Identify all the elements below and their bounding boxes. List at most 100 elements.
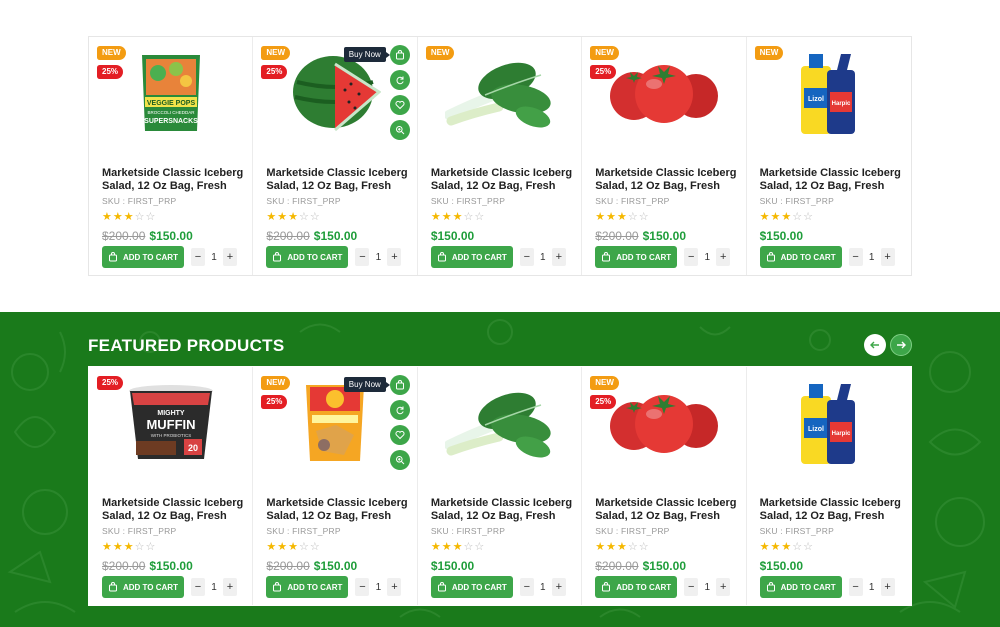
product-image[interactable]: Lizol Harpic — [747, 45, 911, 145]
increase-qty-button[interactable]: + — [387, 248, 402, 266]
increase-qty-button[interactable]: + — [387, 578, 402, 596]
product-card[interactable]: NEW 25% Buy Now Marketside Classic Iceberg… — [253, 367, 418, 605]
decrease-qty-button[interactable]: − — [684, 578, 699, 596]
cleaner-bottles-icon: Lizol Harpic — [797, 48, 861, 143]
product-card[interactable]: NEW 25% Marketside Classic Iceberg Salad,… — [582, 367, 747, 605]
cleaner-bottles-icon: Lizol Harpic — [797, 378, 861, 473]
quantity-value[interactable]: 1 — [869, 252, 875, 263]
product-page: NEW 25% VEGGIE POPS BROCCOLI CHEDDAR SUPERS… — [0, 0, 1000, 627]
product-sku: SKU : FIRST_PRP — [430, 526, 506, 536]
product-image[interactable]: MIGHTY MUFFIN WITH PROBIOTICS 20 — [89, 375, 252, 475]
quantity-stepper: −1 + — [519, 578, 566, 596]
refresh-icon — [396, 76, 404, 85]
add-to-cart-button[interactable]: ADD TO CART — [102, 246, 184, 268]
quantity-stepper: −1 + — [684, 248, 731, 266]
product-card[interactable]: Lizol Harpic Marketside Classic Iceberg S… — [747, 367, 911, 605]
quantity-value[interactable]: 1 — [211, 252, 217, 263]
product-sku: SKU : FIRST_PRP — [595, 526, 670, 536]
product-title[interactable]: Marketside Classic Iceberg Salad, 12 Oz … — [266, 497, 408, 523]
decrease-qty-button[interactable]: − — [519, 248, 534, 266]
carousel-next-button[interactable] — [890, 334, 912, 356]
quantity-stepper: −1 + — [191, 578, 237, 596]
product-title[interactable]: Marketside Classic Iceberg Salad, 12 Oz … — [266, 167, 408, 193]
add-to-cart-button[interactable]: ADD TO CART — [266, 576, 349, 598]
product-title[interactable]: Marketside Classic Iceberg Salad, 12 Oz … — [595, 497, 737, 523]
add-to-cart-button[interactable]: ADD TO CART — [266, 246, 349, 268]
increase-qty-button[interactable]: + — [880, 248, 895, 266]
increase-qty-button[interactable]: + — [223, 248, 237, 266]
add-to-cart-button[interactable]: ADD TO CART — [759, 576, 842, 598]
product-card[interactable]: NEW Marketside Classic Iceberg Salad, 12… — [418, 37, 583, 275]
quantity-stepper: −1 + — [191, 248, 237, 266]
muffin-label-1: MIGHTY — [157, 410, 185, 417]
product-card[interactable]: Marketside Classic Iceberg Salad, 12 Oz … — [418, 367, 583, 605]
wishlist-button[interactable] — [389, 95, 410, 115]
quick-view-button[interactable] — [389, 450, 410, 470]
wishlist-button[interactable] — [389, 425, 410, 445]
buy-now-tooltip: Buy Now — [343, 47, 390, 62]
add-to-cart-button[interactable]: ADD TO CART — [759, 246, 842, 268]
bag-icon — [395, 380, 404, 390]
quantity-value[interactable]: 1 — [540, 252, 546, 263]
product-card[interactable]: NEW 25% VEGGIE POPS BROCCOLI CHEDDAR SUPERS… — [89, 37, 254, 275]
add-to-cart-button[interactable]: ADD TO CART — [102, 576, 184, 598]
quantity-value[interactable]: 1 — [540, 582, 546, 593]
old-price: $200.00 — [595, 229, 639, 243]
increase-qty-button[interactable]: + — [880, 578, 895, 596]
quantity-value[interactable]: 1 — [376, 582, 382, 593]
quantity-value[interactable]: 1 — [211, 582, 217, 593]
product-price: $200.00 $150.00 — [595, 559, 686, 573]
carousel-prev-button[interactable] — [864, 334, 886, 356]
product-image[interactable] — [582, 375, 745, 475]
quantity-value[interactable]: 1 — [704, 582, 710, 593]
product-title[interactable]: Marketside Classic Iceberg Salad, 12 Oz … — [760, 167, 903, 193]
product-card[interactable]: NEW Lizol Harpic Marketside Classic Icebe… — [747, 37, 911, 275]
decrease-qty-button[interactable]: − — [355, 248, 370, 266]
product-card[interactable]: NEW 25% Marketside Classic Iceberg Salad,… — [582, 37, 747, 275]
decrease-qty-button[interactable]: − — [355, 578, 370, 596]
product-card[interactable]: 25% MIGHTY MUFFIN WITH PROBIOTICS 20 Market… — [89, 367, 254, 605]
section-title: FEATURED PRODUCTS — [88, 336, 285, 355]
compare-button[interactable] — [389, 70, 410, 90]
product-title[interactable]: Marketside Classic Iceberg Salad, 12 Oz … — [102, 497, 244, 523]
product-title[interactable]: Marketside Classic Iceberg Salad, 12 Oz … — [102, 167, 244, 193]
increase-qty-button[interactable]: + — [223, 578, 237, 596]
veggie-pops-label-3: SUPERSNACKS — [144, 118, 198, 125]
quantity-value[interactable]: 1 — [376, 252, 382, 263]
product-image[interactable] — [418, 45, 581, 145]
harpic-label: Harpic — [831, 431, 850, 437]
add-to-cart-button[interactable]: ADD TO CART — [430, 246, 513, 268]
product-image[interactable]: VEGGIE POPS BROCCOLI CHEDDAR SUPERSNACKS — [89, 45, 252, 145]
product-card[interactable]: NEW 25% Buy Now Marketside Classic Iceberg… — [253, 37, 418, 275]
product-title[interactable]: Marketside Classic Iceberg Salad, 12 Oz … — [760, 497, 903, 523]
product-image[interactable] — [418, 375, 581, 475]
quantity-value[interactable]: 1 — [704, 252, 710, 263]
product-image[interactable] — [582, 45, 745, 145]
product-image[interactable]: Lizol Harpic — [747, 375, 911, 475]
rating-stars: ★★★☆☆ — [102, 541, 157, 553]
product-title[interactable]: Marketside Classic Iceberg Salad, 12 Oz … — [431, 497, 573, 523]
increase-qty-button[interactable]: + — [716, 248, 731, 266]
bag-icon — [273, 252, 282, 262]
decrease-qty-button[interactable]: − — [191, 578, 205, 596]
add-to-cart-button[interactable]: ADD TO CART — [595, 246, 678, 268]
increase-qty-button[interactable]: + — [551, 578, 566, 596]
quantity-stepper: −1 + — [684, 578, 731, 596]
compare-button[interactable] — [389, 400, 410, 420]
decrease-qty-button[interactable]: − — [191, 248, 205, 266]
buy-now-button[interactable] — [389, 375, 410, 395]
decrease-qty-button[interactable]: − — [684, 248, 699, 266]
product-title[interactable]: Marketside Classic Iceberg Salad, 12 Oz … — [595, 167, 737, 193]
quick-view-button[interactable] — [389, 120, 410, 140]
buy-now-button[interactable] — [389, 45, 410, 65]
add-to-cart-button[interactable]: ADD TO CART — [595, 576, 678, 598]
decrease-qty-button[interactable]: − — [519, 578, 534, 596]
add-to-cart-button[interactable]: ADD TO CART — [430, 576, 513, 598]
product-title[interactable]: Marketside Classic Iceberg Salad, 12 Oz … — [431, 167, 573, 193]
decrease-qty-button[interactable]: − — [848, 248, 863, 266]
increase-qty-button[interactable]: + — [551, 248, 566, 266]
zoom-icon — [395, 126, 405, 135]
increase-qty-button[interactable]: + — [716, 578, 731, 596]
decrease-qty-button[interactable]: − — [848, 578, 863, 596]
quantity-value[interactable]: 1 — [869, 582, 875, 593]
